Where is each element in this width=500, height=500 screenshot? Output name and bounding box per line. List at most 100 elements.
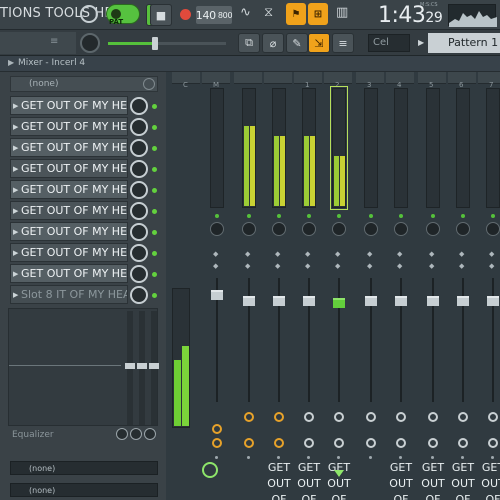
slot-menu-arrow-icon[interactable]: ▶ xyxy=(13,228,18,236)
strip-header[interactable]: M xyxy=(202,72,230,89)
send-knob[interactable] xyxy=(366,412,376,422)
metronome-icon[interactable]: ∿ xyxy=(240,5,251,20)
route-label[interactable]: GET OUT OF xyxy=(294,460,324,500)
eq-knob-high[interactable] xyxy=(144,428,156,440)
slot-mix-knob[interactable] xyxy=(130,160,148,178)
route-label[interactable]: GET OUT OF xyxy=(478,460,500,500)
strip-header[interactable]: 7 xyxy=(478,72,500,89)
countdown-button[interactable]: ⚑ xyxy=(286,3,306,25)
strip-header[interactable]: C xyxy=(172,72,200,89)
mixer-track[interactable]: ◆ ◆ xyxy=(234,84,264,500)
stop-button[interactable]: ■ xyxy=(150,4,172,26)
route-label[interactable]: GET OUT OF xyxy=(386,460,416,500)
mixer-track[interactable]: ◆ ◆ xyxy=(202,84,232,500)
track-enable-led[interactable] xyxy=(369,214,373,218)
selected-send-icon[interactable] xyxy=(334,470,344,477)
stereo-separation-icon[interactable]: ◆ xyxy=(367,250,372,258)
pan-knob[interactable] xyxy=(242,222,256,236)
track-enable-led[interactable] xyxy=(215,214,219,218)
effect-slot[interactable]: ▶GET OUT OF MY HEAD xyxy=(10,201,128,220)
piano-roll-icon[interactable]: ⧉ xyxy=(238,33,260,53)
swap-icon[interactable]: ◆ xyxy=(367,262,372,270)
wait-icon[interactable]: ⧖ xyxy=(264,5,273,20)
eq-thumb[interactable] xyxy=(125,363,135,369)
effect-slot[interactable]: ▶GET OUT OF MY HEAD xyxy=(10,117,128,136)
slot-menu-arrow-icon[interactable]: ▶ xyxy=(13,291,18,299)
effect-slot[interactable]: ▶GET OUT OF MY HEAD xyxy=(10,138,128,157)
eq-knob-mid[interactable] xyxy=(130,428,142,440)
route-label[interactable]: GET OUT OF xyxy=(264,460,294,500)
slot-enable-led[interactable] xyxy=(152,209,157,214)
strip-header[interactable]: 2 xyxy=(324,72,352,89)
input-knob-icon[interactable] xyxy=(143,78,155,90)
volume-fader[interactable] xyxy=(243,296,255,306)
stereo-separation-icon[interactable]: ◆ xyxy=(213,250,218,258)
slot-mix-knob[interactable] xyxy=(130,223,148,241)
slot-enable-led[interactable] xyxy=(152,125,157,130)
slot-mix-knob[interactable] xyxy=(130,202,148,220)
slot-menu-arrow-icon[interactable]: ▶ xyxy=(13,165,18,173)
effect-slot[interactable]: ▶GET OUT OF MY HEAD xyxy=(10,222,128,241)
blend-icon[interactable]: ▥ xyxy=(336,5,348,20)
draw-icon[interactable]: ✎ xyxy=(286,33,308,53)
slot-mix-knob[interactable] xyxy=(130,97,148,115)
slot-mix-knob[interactable] xyxy=(130,286,148,304)
pattern-arrow-icon[interactable]: ▶ xyxy=(418,38,424,47)
swap-icon[interactable]: ◆ xyxy=(213,262,218,270)
slot-enable-led[interactable] xyxy=(152,146,157,151)
volume-fader[interactable] xyxy=(365,296,377,306)
pan-knob[interactable] xyxy=(210,222,224,236)
pattern-selector[interactable]: Pattern 1 xyxy=(428,33,500,53)
effect-slot[interactable]: ▶GET OUT OF MY HEAD xyxy=(10,159,128,178)
swap-icon[interactable]: ◆ xyxy=(245,262,250,270)
master-volume-slider[interactable] xyxy=(108,37,226,50)
slot-menu-arrow-icon[interactable]: ▶ xyxy=(13,123,18,131)
eq-band-high[interactable] xyxy=(149,311,159,425)
pan-knob[interactable] xyxy=(364,222,378,236)
send-switch[interactable] xyxy=(366,438,376,448)
pencil-tool-icon[interactable]: ⇲ xyxy=(308,33,330,53)
strip-header[interactable] xyxy=(264,72,292,84)
slot-enable-led[interactable] xyxy=(152,251,157,256)
output-slot-2[interactable]: (none) xyxy=(10,483,158,497)
master-send-icon[interactable] xyxy=(202,462,218,478)
effect-slot[interactable]: ▶GET OUT OF MY HEAD xyxy=(10,264,128,283)
slot-enable-led[interactable] xyxy=(152,272,157,277)
stereo-separation-icon[interactable]: ◆ xyxy=(245,250,250,258)
stamp-icon[interactable]: ≡ xyxy=(332,33,354,53)
snap-select[interactable]: Cel xyxy=(368,34,410,52)
slot-mix-knob[interactable] xyxy=(130,181,148,199)
slot-mix-knob[interactable] xyxy=(130,265,148,283)
eq-thumb[interactable] xyxy=(137,363,147,369)
slot-menu-arrow-icon[interactable]: ▶ xyxy=(13,270,18,278)
effect-slot[interactable]: ▶ Slot 8 IT OF MY HEAD xyxy=(10,285,128,304)
strip-header[interactable]: 6 xyxy=(448,72,476,89)
strip-header[interactable]: 3 xyxy=(356,72,384,89)
route-label[interactable]: GET OUT OF xyxy=(418,460,448,500)
effect-slot[interactable]: ▶GET OUT OF MY HEAD xyxy=(10,96,128,115)
send-switch[interactable] xyxy=(212,438,222,448)
send-switch[interactable] xyxy=(244,438,254,448)
output-slot-1[interactable]: (none) xyxy=(10,461,158,475)
strip-header[interactable] xyxy=(234,72,262,84)
eq-band-low[interactable] xyxy=(125,311,135,425)
input-slot[interactable]: (none) xyxy=(10,76,158,92)
track-enable-led[interactable] xyxy=(247,214,251,218)
slot-menu-arrow-icon[interactable]: ▶ xyxy=(13,102,18,110)
effect-slot[interactable]: ▶GET OUT OF MY HEAD xyxy=(10,180,128,199)
slot-enable-led[interactable] xyxy=(152,104,157,109)
slot-mix-knob[interactable] xyxy=(130,118,148,136)
eq-band-mid[interactable] xyxy=(137,311,147,425)
master-pitch-knob[interactable] xyxy=(80,33,100,53)
slot-enable-led[interactable] xyxy=(152,230,157,235)
send-knob[interactable] xyxy=(212,424,222,434)
slot-mix-knob[interactable] xyxy=(130,244,148,262)
tempo-display[interactable]: 140 800 xyxy=(196,6,233,24)
mixer-title-bar[interactable]: ▶ Mixer - Incerl 4 xyxy=(0,56,500,72)
mixer-menu-arrow-icon[interactable]: ▶ xyxy=(8,58,14,67)
slot-enable-led[interactable] xyxy=(152,167,157,172)
pitch-knob-icon[interactable] xyxy=(80,5,98,23)
slot-menu-arrow-icon[interactable]: ▶ xyxy=(13,186,18,194)
send-knob[interactable] xyxy=(244,412,254,422)
slot-mix-knob[interactable] xyxy=(130,139,148,157)
